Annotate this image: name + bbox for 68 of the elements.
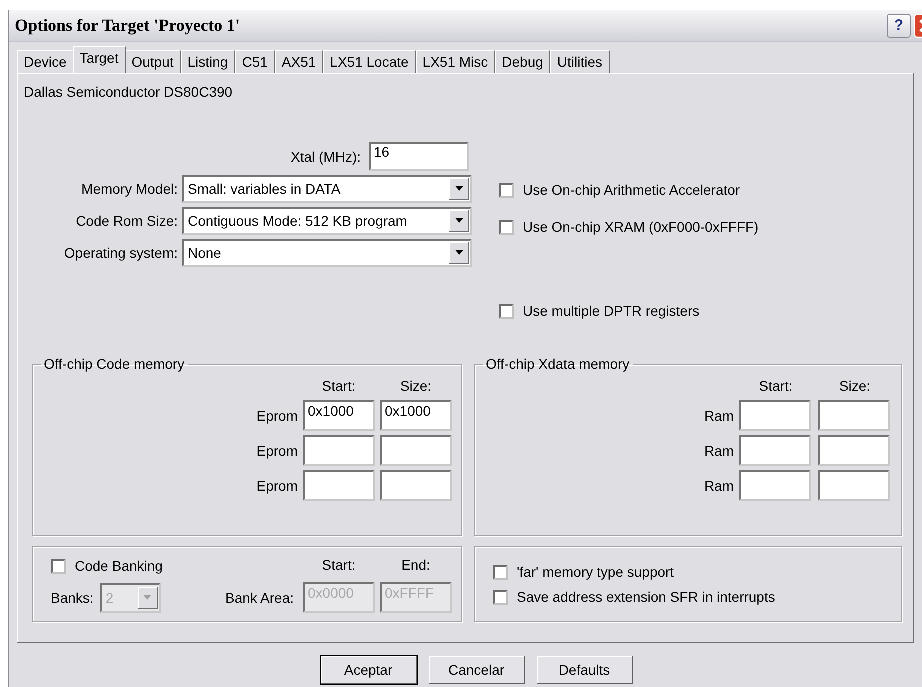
column-header: Size: — [400, 378, 432, 394]
tab[interactable]: C51 — [235, 50, 275, 73]
checkbox-label: Use On-chip Arithmetic Accelerator — [523, 182, 740, 198]
text-field[interactable] — [739, 435, 811, 466]
text-field[interactable] — [303, 470, 375, 501]
field-label: Ram — [704, 408, 734, 424]
text-field[interactable] — [380, 435, 452, 466]
dialog-button[interactable]: Defaults — [536, 656, 632, 684]
dialog-button[interactable]: Aceptar — [320, 656, 416, 684]
text-field[interactable]: 0x1000 — [303, 400, 375, 431]
window-title: Options for Target 'Proyecto 1' — [15, 16, 242, 36]
group-title: Off-chip Xdata memory — [485, 356, 631, 372]
device-name: Dallas Semiconductor DS80C390 — [24, 84, 234, 100]
dropdown[interactable]: Small: variables in DATA — [182, 174, 472, 202]
checkbox[interactable] — [499, 220, 514, 234]
tab[interactable]: Output — [124, 50, 181, 73]
caret-icon — [449, 210, 469, 232]
caret-icon — [449, 242, 469, 264]
checkbox-label: Save address extension SFR in interrupts — [517, 589, 776, 605]
checkbox-label: 'far' memory type support — [517, 564, 674, 580]
text-field[interactable]: 16 — [369, 142, 469, 171]
text-field[interactable] — [303, 435, 375, 466]
field-label: Memory Model: — [82, 180, 178, 196]
text-field[interactable] — [818, 470, 890, 501]
column-header: Start: — [322, 378, 356, 394]
column-header: Start: — [759, 378, 793, 394]
field-label: Eprom — [256, 478, 298, 494]
checkbox[interactable] — [499, 182, 514, 198]
tab[interactable]: AX51 — [274, 50, 324, 73]
caret-icon — [449, 178, 469, 200]
field-label: Bank Area: — [226, 590, 294, 606]
checkbox-label: Code Banking — [75, 558, 163, 574]
checkbox-label: Use multiple DPTR registers — [523, 303, 700, 319]
text-field[interactable] — [380, 470, 452, 501]
group-title: Off-chip Code memory — [43, 356, 186, 372]
field-label: Banks: — [51, 590, 94, 606]
checkbox[interactable] — [493, 564, 508, 580]
text-field[interactable]: 0x1000 — [380, 400, 452, 431]
tab[interactable]: Device — [17, 50, 74, 73]
field-label: Operating system: — [64, 244, 178, 260]
tab[interactable]: Listing — [180, 50, 236, 73]
column-header: Start: — [322, 557, 356, 573]
text-field[interactable] — [739, 400, 811, 431]
field-label: Eprom — [256, 408, 298, 424]
text-field[interactable] — [818, 400, 890, 431]
checkbox[interactable] — [493, 590, 508, 604]
tab[interactable]: Utilities — [550, 50, 610, 73]
field-label: Xtal (MHz): — [291, 148, 361, 164]
tab[interactable]: LX51 Misc — [416, 50, 496, 73]
dialog-button[interactable]: Cancelar — [428, 656, 524, 684]
text-field[interactable] — [818, 435, 890, 466]
field-label: Eprom — [256, 442, 298, 458]
caret-icon — [138, 586, 158, 608]
checkbox[interactable] — [499, 304, 514, 318]
dropdown[interactable]: Contiguous Mode: 512 KB program — [182, 206, 472, 234]
help-button[interactable]: ? — [887, 14, 911, 38]
tab[interactable]: Target — [72, 46, 126, 73]
checkbox[interactable] — [51, 558, 66, 574]
checkbox-label: Use On-chip XRAM (0xF000-0xFFFF) — [523, 219, 759, 235]
dropdown[interactable]: None — [182, 238, 472, 266]
tab[interactable]: Debug — [495, 50, 550, 73]
column-header: Size: — [839, 378, 871, 394]
field-label: Code Rom Size: — [76, 212, 178, 228]
text-field[interactable] — [739, 470, 811, 501]
tab[interactable]: LX51 Locate — [323, 50, 416, 73]
field-label: Ram — [704, 442, 734, 458]
field-label: Ram — [704, 478, 734, 494]
column-header: End: — [402, 557, 430, 573]
